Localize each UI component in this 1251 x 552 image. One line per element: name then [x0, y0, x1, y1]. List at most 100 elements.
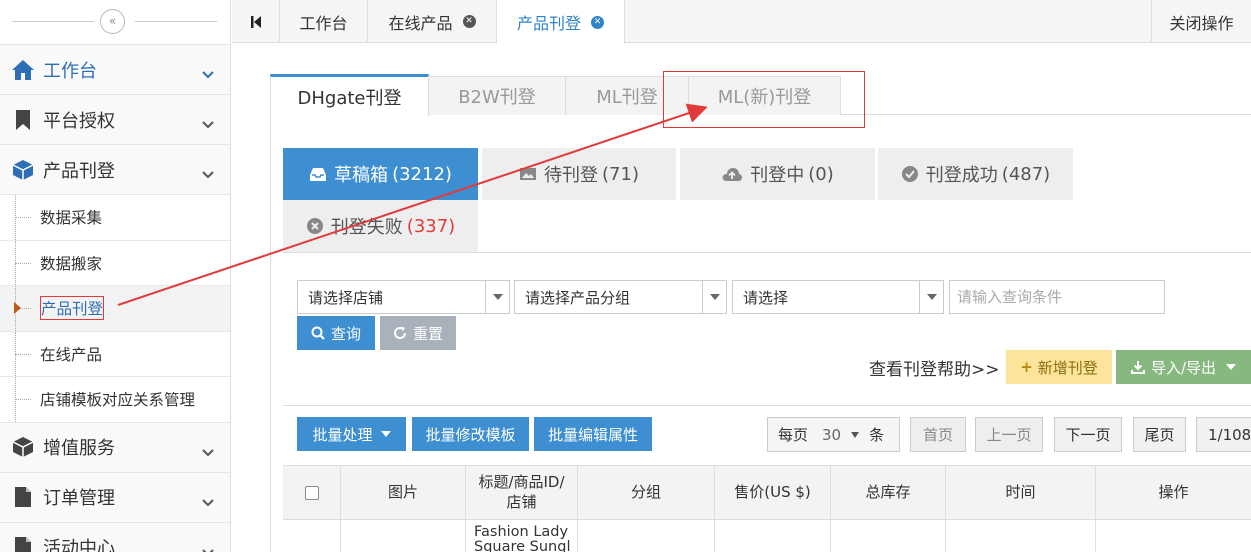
search-icon [311, 326, 325, 340]
sidebar-subitem-data-collect[interactable]: 数据采集 [0, 195, 230, 241]
tab-label: 在线产品 [388, 13, 453, 33]
column-header-stock: 总库存 [831, 466, 946, 519]
refresh-icon [393, 326, 406, 339]
table-row[interactable]: Fashion Lady Square Sungl [283, 520, 1251, 552]
batch-process-label: 批量处理 [312, 425, 373, 444]
tab-label: 产品刊登 [516, 14, 581, 33]
listing-help-link[interactable]: 查看刊登帮助>> [869, 355, 1000, 380]
next-page-button[interactable]: 下一页 [1054, 417, 1122, 452]
skip-back-icon [250, 15, 261, 28]
active-caret-icon [14, 302, 21, 314]
status-tab-count: (3212) [392, 163, 452, 185]
plus-icon: + [1020, 358, 1033, 376]
status-tab-drafts[interactable]: 草稿箱 (3212) [283, 148, 478, 200]
chevron-down-icon [919, 281, 943, 313]
status-tab-pending[interactable]: 待刊登 (71) [482, 148, 676, 200]
tab-product-listing[interactable]: 产品刊登 ✕ [497, 0, 625, 44]
page-indicator[interactable]: 1/108 [1196, 417, 1251, 452]
option-select[interactable]: 请选择 [732, 280, 944, 314]
sidebar-item-label: 订单管理 [43, 488, 115, 509]
row-title-cell: Fashion Lady Square Sungl [466, 520, 578, 552]
row-title-line: Fashion Lady [474, 524, 569, 540]
status-tab-count: (71) [602, 163, 639, 185]
tab-b2w[interactable]: B2W刊登 [428, 76, 566, 115]
add-listing-button[interactable]: + 新增刊登 [1006, 350, 1112, 384]
chevron-down-icon [202, 63, 214, 84]
sidebar-item-label: 活动中心 [43, 538, 115, 552]
status-tab-label: 刊登成功 [925, 165, 998, 186]
status-tab-failed[interactable]: 刊登失败 (337) [283, 200, 478, 252]
query-input[interactable] [949, 280, 1165, 314]
tab-scroll-left-button[interactable] [232, 0, 280, 43]
prev-page-button[interactable]: 上一页 [975, 417, 1043, 452]
sidebar-subitem-online-products[interactable]: 在线产品 [0, 331, 230, 377]
sidebar-subitem-data-move[interactable]: 数据搬家 [0, 240, 230, 286]
per-page-unit: 条 [869, 426, 885, 444]
close-circle-icon [306, 217, 324, 235]
chevron-down-icon [485, 281, 509, 313]
row-price-cell [715, 520, 831, 552]
batch-process-button[interactable]: 批量处理 [297, 417, 406, 451]
close-operations-button[interactable]: 关闭操作 [1151, 0, 1251, 43]
bookmark-icon [11, 108, 35, 132]
status-tab-count: (0) [808, 163, 834, 185]
option-select-value: 请选择 [743, 288, 789, 307]
home-icon [11, 58, 35, 82]
sidebar-item-orders[interactable]: 订单管理 [0, 472, 230, 523]
tab-workbench[interactable]: 工作台 [280, 0, 368, 43]
toolbar-divider [283, 405, 1251, 406]
chevron-down-icon [851, 431, 860, 438]
sidebar-subitem-label: 店铺模板对应关系管理 [40, 391, 196, 410]
status-tab-success[interactable]: 刊登成功 (487) [878, 148, 1073, 200]
batch-attribute-button[interactable]: 批量编辑属性 [534, 417, 652, 451]
row-stock-cell [831, 520, 946, 552]
group-select[interactable]: 请选择产品分组 [514, 280, 727, 314]
sidebar-subitem-product-listing[interactable]: 产品刊登 [0, 286, 230, 332]
status-tab-listing[interactable]: 刊登中 (0) [680, 148, 875, 200]
close-icon[interactable]: ✕ [591, 15, 604, 29]
select-all-checkbox[interactable] [304, 485, 319, 500]
tab-dhgate[interactable]: DHgate刊登 [270, 74, 429, 116]
column-header-image: 图片 [341, 466, 466, 519]
per-page-label: 每页 [778, 426, 809, 444]
chevron-down-icon [380, 431, 391, 437]
document-icon [11, 485, 35, 509]
sidebar-item-workbench[interactable]: 工作台 [0, 45, 230, 95]
table-header: 图片 标题/商品ID/店铺 分组 售价(US $) 总库存 时间 操作 [283, 465, 1251, 520]
sidebar-item-label: 平台授权 [43, 110, 115, 132]
cube-icon [11, 158, 35, 182]
last-page-button[interactable]: 尾页 [1133, 417, 1186, 452]
collapse-divider-left [12, 21, 94, 22]
row-group-cell [578, 520, 715, 552]
status-tab-label: 待刊登 [544, 165, 599, 186]
sidebar-subitem-label: 在线产品 [40, 345, 103, 364]
per-page-select[interactable]: 每页 30 条 [767, 417, 900, 452]
sidebar-item-activities[interactable]: 活动中心 [0, 522, 230, 552]
sidebar-item-label: 工作台 [43, 60, 97, 82]
column-header-title: 标题/商品ID/店铺 [466, 466, 578, 519]
column-header-time: 时间 [946, 466, 1096, 519]
import-export-button[interactable]: 导入/导出 [1116, 350, 1251, 384]
sidebar-item-label: 增值服务 [43, 438, 115, 459]
close-icon[interactable]: ✕ [462, 15, 476, 28]
batch-template-button[interactable]: 批量修改模板 [412, 417, 529, 451]
chevron-down-icon [202, 441, 214, 462]
document-icon [11, 535, 35, 552]
reset-button[interactable]: 重置 [380, 316, 456, 350]
tab-label: 工作台 [299, 13, 348, 33]
collapse-sidebar-button[interactable]: « [100, 9, 125, 34]
column-header-group: 分组 [578, 466, 715, 519]
shop-select[interactable]: 请选择店铺 [297, 280, 510, 314]
chevron-down-icon [702, 281, 726, 313]
sidebar-item-platform-auth[interactable]: 平台授权 [0, 95, 230, 145]
sidebar-item-value-added[interactable]: 增值服务 [0, 422, 230, 473]
tab-online-products[interactable]: 在线产品 ✕ [368, 0, 497, 43]
search-button[interactable]: 查询 [297, 316, 375, 350]
sidebar-subitem-shop-template[interactable]: 店铺模板对应关系管理 [0, 377, 230, 423]
sidebar-item-product-listing[interactable]: 产品刊登 [0, 145, 230, 195]
status-tabs-divider [283, 252, 1251, 253]
annotation-highlight-box [663, 71, 865, 128]
chevron-down-icon [202, 541, 214, 552]
first-page-button[interactable]: 首页 [910, 417, 966, 452]
chevron-down-icon [1226, 364, 1237, 370]
